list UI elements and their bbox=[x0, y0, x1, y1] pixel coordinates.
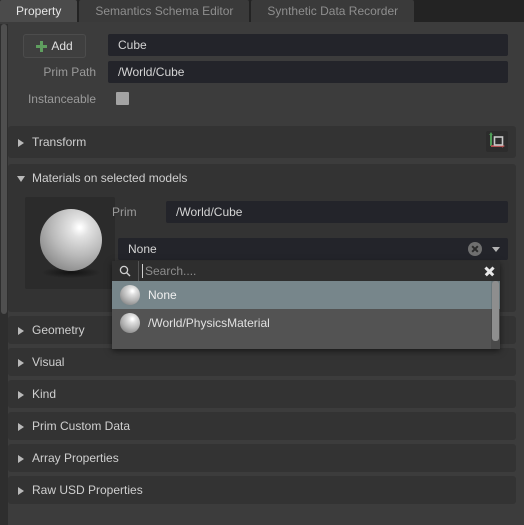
section-raw-usd-properties-header[interactable]: Raw USD Properties bbox=[8, 476, 516, 504]
chevron-right-icon bbox=[18, 359, 24, 367]
section-kind[interactable]: Kind bbox=[8, 380, 516, 408]
axis-gizmo-svg bbox=[489, 132, 505, 148]
section-transform[interactable]: Transform bbox=[8, 126, 516, 158]
prim-header-form: Add Cube Prim Path /World/Cube Instancea… bbox=[8, 26, 524, 112]
section-prim-custom-data-title: Prim Custom Data bbox=[32, 419, 131, 433]
chevron-right-icon bbox=[18, 423, 24, 431]
material-prim-input[interactable]: /World/Cube bbox=[166, 201, 508, 223]
section-raw-usd-properties-title: Raw USD Properties bbox=[32, 483, 143, 497]
add-button[interactable]: Add bbox=[23, 34, 86, 58]
section-transform-header[interactable]: Transform bbox=[8, 126, 516, 158]
section-visual-header[interactable]: Visual bbox=[8, 348, 516, 376]
section-array-properties[interactable]: Array Properties bbox=[8, 444, 516, 472]
material-sphere-preview[interactable] bbox=[25, 197, 115, 289]
plus-icon bbox=[36, 40, 48, 52]
dropdown-scrollbar[interactable] bbox=[491, 281, 500, 349]
section-visual[interactable]: Visual bbox=[8, 348, 516, 376]
dropdown-scrollbar-thumb[interactable] bbox=[492, 281, 499, 341]
section-array-properties-title: Array Properties bbox=[32, 451, 119, 465]
axis-gizmo-icon[interactable] bbox=[486, 131, 508, 152]
panel-scrollbar[interactable] bbox=[0, 24, 8, 525]
tab-synthetic-data-recorder[interactable]: Synthetic Data Recorder bbox=[251, 0, 415, 22]
sphere-icon bbox=[120, 313, 140, 333]
panel-scrollbar-thumb[interactable] bbox=[1, 24, 7, 314]
sphere-icon bbox=[40, 209, 102, 271]
chevron-right-icon bbox=[18, 139, 24, 147]
dropdown-search-input[interactable]: Search.... bbox=[139, 261, 478, 281]
tab-bar: Property Semantics Schema Editor Synthet… bbox=[0, 0, 524, 22]
material-select-combo[interactable]: None bbox=[118, 238, 508, 260]
section-geometry-title: Geometry bbox=[32, 323, 85, 337]
chevron-down-icon bbox=[17, 176, 25, 182]
material-dropdown-popup: Search.... None /World/PhysicsMaterial bbox=[112, 261, 500, 349]
dropdown-option-label: /World/PhysicsMaterial bbox=[148, 316, 270, 330]
tab-property[interactable]: Property bbox=[0, 0, 78, 22]
instanceable-checkbox[interactable] bbox=[116, 92, 129, 105]
prim-name-input[interactable]: Cube bbox=[108, 34, 508, 56]
section-prim-custom-data-header[interactable]: Prim Custom Data bbox=[8, 412, 516, 440]
prim-path-input[interactable]: /World/Cube bbox=[108, 61, 508, 83]
tab-semantics-schema-editor[interactable]: Semantics Schema Editor bbox=[79, 0, 250, 22]
dropdown-option-none[interactable]: None bbox=[112, 281, 500, 309]
section-prim-custom-data[interactable]: Prim Custom Data bbox=[8, 412, 516, 440]
dropdown-option-label: None bbox=[148, 288, 177, 302]
circle-x-icon[interactable] bbox=[468, 242, 482, 256]
chevron-right-icon bbox=[18, 327, 24, 335]
section-kind-header[interactable]: Kind bbox=[8, 380, 516, 408]
dropdown-option-physicsmaterial[interactable]: /World/PhysicsMaterial bbox=[112, 309, 500, 337]
property-panel: Property Semantics Schema Editor Synthet… bbox=[0, 0, 524, 525]
text-cursor bbox=[142, 264, 143, 278]
search-icon bbox=[112, 261, 139, 281]
section-array-properties-header[interactable]: Array Properties bbox=[8, 444, 516, 472]
chevron-right-icon bbox=[18, 455, 24, 463]
close-icon[interactable] bbox=[478, 261, 500, 281]
section-raw-usd-properties[interactable]: Raw USD Properties bbox=[8, 476, 516, 504]
chevron-right-icon bbox=[18, 487, 24, 495]
add-button-label: Add bbox=[51, 39, 73, 53]
section-materials-title: Materials on selected models bbox=[32, 171, 188, 185]
material-prim-label: Prim bbox=[112, 205, 137, 219]
tab-underline bbox=[0, 22, 524, 24]
section-transform-title: Transform bbox=[32, 135, 87, 149]
instanceable-label: Instanceable bbox=[27, 92, 96, 106]
chevron-down-icon[interactable] bbox=[492, 247, 500, 252]
chevron-right-icon bbox=[18, 391, 24, 399]
dropdown-search-row[interactable]: Search.... bbox=[112, 261, 500, 281]
sphere-icon bbox=[120, 285, 140, 305]
section-materials-header[interactable]: Materials on selected models bbox=[8, 164, 516, 192]
material-select-value: None bbox=[128, 242, 157, 256]
section-kind-title: Kind bbox=[32, 387, 57, 401]
dropdown-search-placeholder: Search.... bbox=[145, 264, 197, 278]
prim-path-label: Prim Path bbox=[43, 65, 96, 79]
section-visual-title: Visual bbox=[32, 355, 65, 369]
